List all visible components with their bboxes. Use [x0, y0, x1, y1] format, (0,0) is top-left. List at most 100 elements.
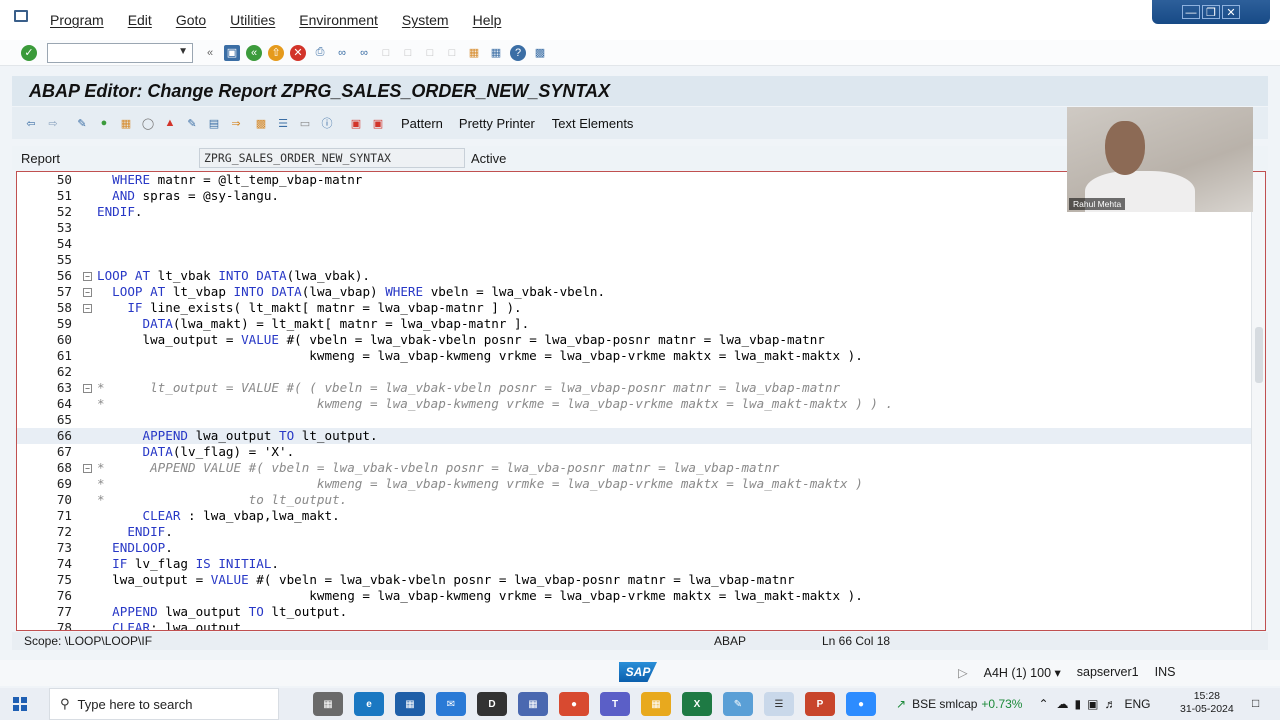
- last-page-icon[interactable]: □: [444, 45, 460, 61]
- code-line[interactable]: 66 APPEND lwa_output TO lt_output.: [17, 428, 1253, 444]
- task-view-icon[interactable]: ▦: [313, 692, 343, 716]
- active-inactive-icon[interactable]: ●: [96, 115, 112, 131]
- clock[interactable]: 15:28 31-05-2024: [1180, 690, 1234, 716]
- restore-icon[interactable]: ❐: [1202, 5, 1220, 19]
- code-line[interactable]: 53: [17, 220, 1253, 236]
- exit-icon[interactable]: ⇧: [268, 44, 284, 61]
- object-list-icon[interactable]: ▩: [253, 115, 269, 131]
- fold-toggle-icon[interactable]: −: [83, 384, 92, 393]
- code-line[interactable]: 68 − * APPEND VALUE #( vbeln = lwa_vbak-vb…: [17, 460, 1253, 476]
- activate-icon[interactable]: ▲: [162, 115, 178, 131]
- mail-icon[interactable]: ✉: [436, 692, 466, 716]
- zoom-icon[interactable]: ●: [846, 692, 876, 716]
- display-change-icon[interactable]: ✎: [74, 115, 90, 131]
- code-line[interactable]: 69 * kwmeng = lwa_vbap-kwmeng vrmke = lwa…: [17, 476, 1253, 492]
- close-icon[interactable]: ✕: [1222, 5, 1240, 19]
- menu-program[interactable]: Program: [38, 12, 116, 28]
- layout-icon[interactable]: ▩: [532, 45, 548, 61]
- code-line[interactable]: 70 * to lt_output.: [17, 492, 1253, 508]
- play-icon[interactable]: ▷: [958, 665, 968, 680]
- minimize-icon[interactable]: —: [1182, 5, 1200, 19]
- text-elements-button[interactable]: Text Elements: [552, 116, 634, 131]
- menu-goto[interactable]: Goto: [164, 12, 218, 28]
- check-icon[interactable]: ◯: [140, 115, 156, 131]
- arrow-right-icon[interactable]: ⇨: [45, 115, 61, 131]
- next-page-icon[interactable]: □: [422, 45, 438, 61]
- print-icon[interactable]: ⎙: [312, 45, 328, 61]
- menu-utilities[interactable]: Utilities: [218, 12, 287, 28]
- onedrive-icon[interactable]: ☁: [1057, 697, 1069, 711]
- arrow-left-icon[interactable]: ⇦: [23, 115, 39, 131]
- notification-icon[interactable]: □: [1252, 696, 1259, 710]
- test-icon[interactable]: ✎: [184, 115, 200, 131]
- find-icon[interactable]: ∞: [334, 45, 350, 61]
- fold-toggle-icon[interactable]: −: [83, 304, 92, 313]
- code-line[interactable]: 77 APPEND lwa_output TO lt_output.: [17, 604, 1253, 620]
- code-line[interactable]: 74 IF lv_flag IS INITIAL.: [17, 556, 1253, 572]
- shortcut-icon[interactable]: ▦: [488, 45, 504, 61]
- code-line[interactable]: 76 kwmeng = lwa_vbap-kwmeng vrkme = lwa_…: [17, 588, 1253, 604]
- new-session-icon[interactable]: ▦: [466, 45, 482, 61]
- where-used-icon[interactable]: ▤: [206, 115, 222, 131]
- code-line[interactable]: 62: [17, 364, 1253, 380]
- code-line[interactable]: 78 CLEAR: lwa_output.: [17, 620, 1253, 630]
- notepad-icon[interactable]: ✎: [723, 692, 753, 716]
- dell-icon[interactable]: D: [477, 692, 507, 716]
- breakpoint-icon[interactable]: ▣: [348, 115, 364, 131]
- code-line[interactable]: 61 kwmeng = lwa_vbap-kwmeng vrkme = lwa_…: [17, 348, 1253, 364]
- menu-system[interactable]: System: [390, 12, 461, 28]
- command-field[interactable]: ▼: [47, 42, 193, 63]
- system-client[interactable]: A4H (1) 100 ▾: [984, 665, 1061, 680]
- taskbar-search[interactable]: ⚲ Type here to search: [49, 688, 279, 720]
- menu-help[interactable]: Help: [461, 12, 514, 28]
- save-icon[interactable]: ▣: [224, 44, 240, 61]
- code-line[interactable]: 75 lwa_output = VALUE #( vbeln = lwa_vba…: [17, 572, 1253, 588]
- network-icon[interactable]: ▣: [1087, 697, 1098, 711]
- fold-toggle-icon[interactable]: −: [83, 272, 92, 281]
- sap-window-icon[interactable]: [14, 10, 28, 22]
- external-breakpoint-icon[interactable]: ▣: [370, 115, 386, 131]
- pattern-button[interactable]: Pattern: [401, 116, 443, 131]
- excel-icon[interactable]: X: [682, 692, 712, 716]
- previous-page-icon[interactable]: □: [400, 45, 416, 61]
- ticker-name[interactable]: BSE smlcap: [912, 697, 977, 711]
- other-object-icon[interactable]: ▦: [118, 115, 134, 131]
- navigation-window-icon[interactable]: ☰: [275, 115, 291, 131]
- input-language[interactable]: ENG: [1124, 697, 1150, 711]
- code-line[interactable]: 55: [17, 252, 1253, 268]
- code-line[interactable]: 71 CLEAR : lwa_vbap,lwa_makt.: [17, 508, 1253, 524]
- code-line[interactable]: 64 * kwmeng = lwa_vbap-kwmeng vrkme = lwa…: [17, 396, 1253, 412]
- menu-environment[interactable]: Environment: [287, 12, 390, 28]
- fold-toggle-icon[interactable]: −: [83, 288, 92, 297]
- store-icon[interactable]: ▦: [395, 692, 425, 716]
- code-line[interactable]: 54: [17, 236, 1253, 252]
- find-next-icon[interactable]: ∞: [356, 45, 372, 61]
- volume-icon[interactable]: ♬: [1104, 697, 1116, 711]
- code-line[interactable]: 59 DATA(lwa_makt) = lt_makt[ matnr = lwa…: [17, 316, 1253, 332]
- powerpoint-icon[interactable]: P: [805, 692, 835, 716]
- fold-toggle-icon[interactable]: −: [83, 464, 92, 473]
- code-line[interactable]: 58 − IF line_exists( lt_makt[ matnr = lwa…: [17, 300, 1253, 316]
- tray-expand-icon[interactable]: ⌃: [1038, 697, 1048, 711]
- code-line[interactable]: 73 ENDLOOP.: [17, 540, 1253, 556]
- code-line[interactable]: 65: [17, 412, 1253, 428]
- pretty-printer-button[interactable]: Pretty Printer: [459, 116, 535, 131]
- code-line[interactable]: 72 ENDIF.: [17, 524, 1253, 540]
- back-icon[interactable]: «: [246, 44, 262, 61]
- scrollbar-thumb[interactable]: [1255, 327, 1263, 383]
- code-line[interactable]: 63 − * lt_output = VALUE #( ( vbeln = lwa_…: [17, 380, 1253, 396]
- info-icon[interactable]: ⓘ: [319, 115, 335, 131]
- app-icon[interactable]: ▦: [518, 692, 548, 716]
- code-line[interactable]: 56 − LOOP AT lt_vbak INTO DATA(lwa_vbak).: [17, 268, 1253, 284]
- chevron-down-icon[interactable]: ▼: [178, 46, 188, 57]
- cancel-icon[interactable]: ✕: [290, 44, 306, 61]
- menu-edit[interactable]: Edit: [116, 12, 164, 28]
- navigation-icon[interactable]: ⇒: [228, 115, 244, 131]
- vertical-scrollbar[interactable]: [1251, 172, 1265, 630]
- enter-check-icon[interactable]: ✓: [21, 44, 37, 61]
- sap-logon-icon[interactable]: ☰: [764, 692, 794, 716]
- collapse-icon[interactable]: «: [202, 45, 218, 61]
- chrome-icon[interactable]: ●: [559, 692, 589, 716]
- code-line[interactable]: 67 DATA(lv_flag) = 'X'.: [17, 444, 1253, 460]
- windows-start-icon[interactable]: [13, 697, 27, 711]
